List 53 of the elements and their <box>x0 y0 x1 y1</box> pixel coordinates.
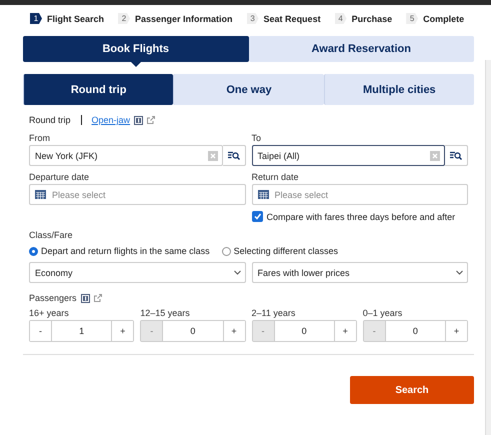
calendar-icon <box>35 190 46 199</box>
departure-date-field[interactable]: Please select <box>29 184 246 205</box>
step-label: Passenger Information <box>135 14 233 24</box>
cabin-select[interactable]: Economy <box>29 262 246 283</box>
step-number: 5 <box>406 13 418 24</box>
compare-checkbox[interactable] <box>252 211 262 222</box>
trip-type-tab[interactable]: One way <box>173 74 324 105</box>
age-group-label: 0–1 years <box>362 308 404 318</box>
list-search-icon <box>228 151 240 160</box>
return-date-field[interactable]: Please select <box>252 184 468 205</box>
info-icon[interactable] <box>80 294 90 302</box>
compare-label: Compare with fares three days before and after <box>266 212 456 222</box>
field-label: From <box>29 133 51 143</box>
trip-type-tab[interactable]: Round trip <box>23 74 174 105</box>
tab-pointer-icon <box>130 62 141 67</box>
passengers-label: Passengers <box>29 293 77 303</box>
trip-type-tab[interactable]: Multiple cities <box>324 74 474 105</box>
step-number: 2 <box>118 13 130 24</box>
class-fare-label: Class/Fare <box>29 230 74 240</box>
search-button[interactable]: Search <box>350 376 474 404</box>
step-label: Complete <box>423 14 464 24</box>
age-group-label: 16+ years <box>29 308 70 318</box>
external-link-icon <box>147 116 156 124</box>
field-label: To <box>252 133 262 143</box>
step-label: Flight Search <box>47 14 104 24</box>
step-number: 3 <box>246 13 259 24</box>
step-number: 4 <box>334 13 347 24</box>
to-field[interactable]: Taipei (All) <box>252 145 445 166</box>
open-jaw-link[interactable]: Open-jaw <box>92 115 130 125</box>
chevron-down-icon <box>456 270 463 275</box>
chevron-down-icon <box>234 270 240 275</box>
step-number: 1 <box>30 13 42 24</box>
step-label: Purchase <box>352 14 392 24</box>
airport-search-button[interactable] <box>445 145 468 166</box>
field-label: Departure date <box>29 172 90 182</box>
age-group-label: 12–15 years <box>140 308 191 318</box>
route-type-label: Round trip <box>29 115 71 125</box>
radio-label: Selecting different classes <box>234 246 338 256</box>
external-link-icon <box>94 294 102 302</box>
radio-label: Depart and return flights in the same class <box>41 246 210 256</box>
age-group-label: 2–11 years <box>252 308 296 318</box>
from-field[interactable]: New York (JFK) <box>29 145 222 166</box>
calendar-icon <box>258 190 268 199</box>
field-label: Return date <box>252 172 300 182</box>
airport-search-button[interactable] <box>222 145 246 166</box>
list-search-icon <box>450 151 462 160</box>
radio-button[interactable] <box>222 246 231 256</box>
info-icon[interactable] <box>134 116 144 124</box>
booking-tab[interactable]: Award Reservation <box>248 36 474 62</box>
radio-button[interactable] <box>29 246 38 256</box>
step-label: Seat Request <box>264 14 321 24</box>
booking-tab[interactable]: Book Flights <box>23 36 248 62</box>
fare-select[interactable]: Fares with lower prices <box>252 262 468 283</box>
